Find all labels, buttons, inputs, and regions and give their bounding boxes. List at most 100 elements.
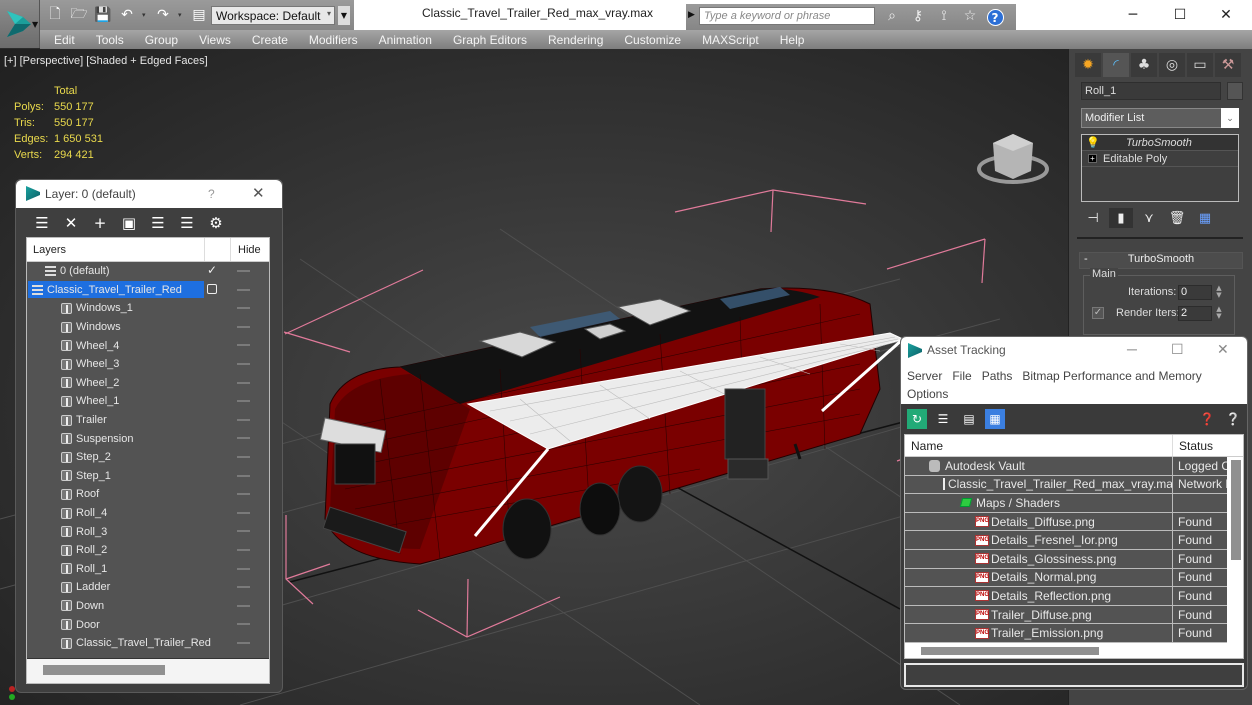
iterations-spinner[interactable]: 0 (1178, 285, 1212, 300)
maximize-button[interactable]: ☐ (1157, 0, 1203, 30)
refresh-icon[interactable]: ↻ (907, 409, 927, 429)
help-icon[interactable]: ❓ (1197, 409, 1217, 429)
menu-help[interactable]: Help (780, 33, 805, 47)
minimize-button[interactable]: ─ (1127, 341, 1137, 357)
close-button[interactable]: ✕ (1217, 341, 1229, 358)
menu-views[interactable]: Views (199, 33, 231, 47)
table-view-icon[interactable]: ▦ (985, 409, 1005, 429)
show-end-result-icon[interactable]: ▮ (1109, 208, 1133, 228)
menu-edit[interactable]: Edit (54, 33, 75, 47)
hide-toggle[interactable] (237, 455, 250, 458)
asset-row[interactable]: PNG Details_Fresnel_Ior.png Found (905, 531, 1227, 550)
undo-icon[interactable]: ↶ (118, 6, 136, 24)
redo-dropdown-icon[interactable]: ▾ (178, 11, 184, 19)
asset-row[interactable]: PNG Details_Reflection.png Found (905, 587, 1227, 606)
horizontal-scrollbar[interactable] (921, 647, 1099, 655)
render-iters-spinner[interactable]: 2 (1178, 306, 1212, 321)
project-folder-icon[interactable]: ▤ (190, 6, 208, 24)
workspace-dropdown[interactable]: Workspace: Default ▾ (211, 6, 335, 25)
asset-row[interactable]: PNG Details_Diffuse.png Found (905, 512, 1227, 532)
modifier-list-dropdown[interactable]: Modifier List ⌄ (1081, 108, 1239, 128)
object-row[interactable]: Wheel_2 (27, 374, 269, 393)
binoculars-icon[interactable]: ⌕ (882, 6, 902, 26)
asset-row[interactable]: PNG Details_Normal.png Found (905, 568, 1227, 588)
asset-row[interactable]: Autodesk Vault Logged Out (905, 457, 1227, 476)
star-icon[interactable]: ☆ (960, 6, 980, 26)
vertical-scrollbar[interactable] (1231, 460, 1241, 560)
hide-toggle[interactable] (237, 270, 250, 272)
object-row[interactable]: Roll_4 (27, 504, 269, 523)
tab-utilities[interactable]: ⚒ (1215, 53, 1241, 77)
maximize-button[interactable]: ☐ (1171, 341, 1184, 358)
menu-graph-editors[interactable]: Graph Editors (453, 33, 527, 47)
menu-file[interactable]: File (952, 369, 971, 383)
object-row[interactable]: Wheel_4 (27, 336, 269, 355)
select-objects-icon[interactable]: ▣ (119, 213, 139, 233)
layer-row[interactable]: 0 (default) ✓ (27, 262, 269, 281)
column-status[interactable]: Status (1173, 435, 1219, 456)
viewcube[interactable] (977, 134, 1049, 184)
object-name-field[interactable]: Roll_1 (1081, 82, 1221, 100)
help-button[interactable]: ? (984, 7, 1006, 27)
object-color-swatch[interactable] (1227, 82, 1243, 100)
object-row[interactable]: Classic_Travel_Trailer_Red (27, 634, 269, 653)
object-row[interactable]: Step_2 (27, 448, 269, 467)
turbosmooth-rollout-header[interactable]: - TurboSmooth (1079, 252, 1243, 269)
hide-toggle[interactable] (237, 530, 250, 533)
hide-toggle[interactable] (237, 418, 250, 421)
menu-options[interactable]: Options (907, 387, 948, 401)
layer-row[interactable]: Classic_Travel_Trailer_Red (27, 281, 269, 300)
help-button[interactable]: ? (208, 187, 215, 201)
object-row[interactable]: Door (27, 615, 269, 634)
object-row[interactable]: Suspension (27, 429, 269, 448)
menu-paths[interactable]: Paths (982, 369, 1013, 383)
menu-create[interactable]: Create (252, 33, 288, 47)
lightbulb-icon[interactable]: 💡 (1086, 136, 1100, 149)
hide-toggle[interactable] (237, 362, 250, 365)
hide-toggle[interactable] (237, 493, 250, 496)
close-button[interactable]: ✕ (252, 184, 265, 202)
close-button[interactable]: ✕ (1203, 0, 1249, 30)
hide-toggle[interactable] (237, 567, 250, 570)
asset-row[interactable]: PNG Trailer_Diffuse.png Found (905, 605, 1227, 625)
object-row[interactable]: Roll_2 (27, 541, 269, 560)
asset-row[interactable]: PNG Details_Glossiness.png Found (905, 549, 1227, 569)
new-file-icon[interactable]: 🗋 (46, 6, 64, 24)
tab-modify[interactable]: ◜ (1103, 53, 1129, 77)
menu-rendering[interactable]: Rendering (548, 33, 603, 47)
hide-toggle[interactable] (237, 586, 250, 589)
tab-hierarchy[interactable]: ♣ (1131, 53, 1157, 77)
hide-toggle[interactable] (237, 325, 250, 328)
hide-toggle[interactable] (237, 604, 250, 607)
object-row[interactable]: Windows_1 (27, 299, 269, 318)
spinner-arrows-icon[interactable]: ▲ ▼ (1214, 306, 1224, 321)
dialog-title-bar[interactable]: Asset Tracking ─ ☐ ✕ (901, 337, 1247, 364)
object-row[interactable]: Roof (27, 485, 269, 504)
search-input[interactable]: Type a keyword or phrase (699, 7, 875, 25)
column-layers[interactable]: Layers (27, 238, 205, 261)
object-row[interactable]: Wheel_1 (27, 392, 269, 411)
object-row[interactable]: Trailer (27, 411, 269, 430)
list-view-icon[interactable]: ☰ (933, 409, 953, 429)
save-icon[interactable]: 💾 (94, 6, 112, 24)
viewport-label[interactable]: [+] [Perspective] [Shaded + Edged Faces] (4, 55, 208, 67)
tab-create[interactable]: ✹ (1075, 53, 1101, 77)
set-current-layer-icon[interactable]: ☰ (177, 213, 197, 233)
redo-icon[interactable]: ↷ (154, 6, 172, 24)
delete-layer-icon[interactable]: ✕ (61, 213, 81, 233)
menu-modifiers[interactable]: Modifiers (309, 33, 358, 47)
menu-animation[interactable]: Animation (379, 33, 432, 47)
stack-item-editable-poly[interactable]: + Editable Poly (1082, 151, 1238, 167)
menu-server[interactable]: Server (907, 369, 942, 383)
make-unique-icon[interactable]: ⋎ (1137, 208, 1161, 228)
open-file-icon[interactable]: 🗁 (70, 6, 88, 24)
menu-group[interactable]: Group (145, 33, 178, 47)
configure-modifier-sets-icon[interactable]: ▦ (1193, 208, 1217, 228)
workspace-menu-button[interactable]: ▼ (338, 6, 350, 25)
hide-toggle[interactable] (237, 400, 250, 403)
menu-tools[interactable]: Tools (96, 33, 124, 47)
select-layer-icon[interactable]: ☰ (148, 213, 168, 233)
column-name[interactable]: Name (905, 435, 1173, 456)
current-layer-check-icon[interactable]: ✓ (207, 263, 217, 277)
key-icon[interactable]: ⚷ (908, 6, 928, 26)
